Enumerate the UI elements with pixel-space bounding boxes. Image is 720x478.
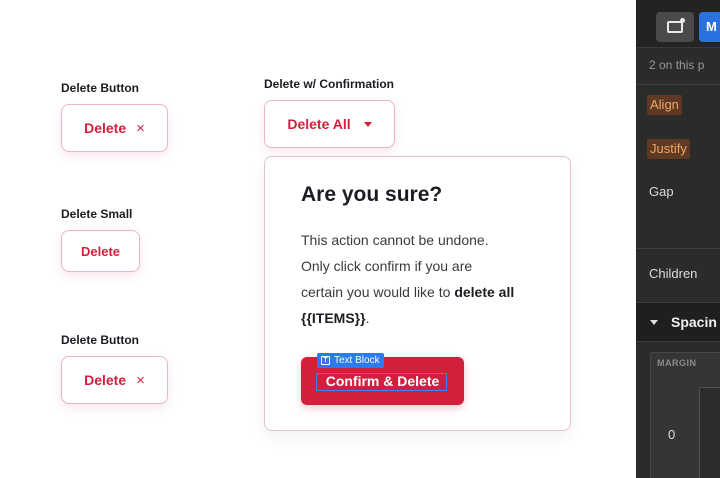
popover-title: Are you sure?: [301, 183, 443, 206]
margin-left-value[interactable]: 0: [668, 427, 675, 442]
delete-all-button[interactable]: Delete All: [264, 100, 395, 148]
close-icon: ×: [136, 371, 145, 389]
delete-all-text: Delete All: [287, 116, 351, 132]
popover-body-line: Only click confirm if you are: [301, 258, 473, 274]
selection-outline: [316, 373, 447, 391]
text-block-badge[interactable]: T Text Block: [317, 353, 384, 368]
padding-box[interactable]: [699, 387, 720, 478]
gap-label: Gap: [649, 184, 674, 199]
mode-button[interactable]: M: [699, 12, 720, 42]
divider: [636, 248, 720, 249]
popover-body-line: This action cannot be undone.: [301, 232, 489, 248]
justify-label[interactable]: Justify: [647, 139, 690, 159]
spacing-section-title: Spacin: [671, 314, 717, 330]
delete-button-label: Delete Button: [61, 81, 139, 95]
text-block-badge-label: Text Block: [334, 355, 380, 366]
margin-box[interactable]: MARGIN: [650, 352, 720, 478]
delete-button-text-2: Delete: [84, 372, 127, 388]
caret-down-icon: [363, 121, 372, 127]
delete-small-button[interactable]: Delete: [61, 230, 140, 272]
preview-button[interactable]: [656, 12, 694, 42]
popover-body-line: certain you would like to: [301, 284, 451, 300]
delete-small-label: Delete Small: [61, 207, 133, 221]
delete-button-label-2: Delete Button: [61, 333, 139, 347]
delete-confirmation-label: Delete w/ Confirmation: [264, 77, 395, 91]
margin-label: MARGIN: [657, 358, 697, 368]
selection-count: 2 on this p: [649, 58, 705, 72]
close-icon: ×: [136, 119, 145, 137]
style-panel: M 2 on this p Align Justify Gap Children…: [636, 0, 720, 478]
delete-button-2[interactable]: Delete ×: [61, 356, 168, 404]
panel-toolbar: M: [636, 0, 720, 48]
confirmation-popover: Are you sure? This action cannot be undo…: [264, 156, 571, 431]
divider: [636, 84, 720, 85]
delete-button[interactable]: Delete ×: [61, 104, 168, 152]
children-label: Children: [649, 266, 698, 281]
popover-body-end: .: [365, 310, 370, 326]
design-canvas[interactable]: Delete Button Delete × Delete Small Dele…: [0, 0, 636, 478]
text-block-icon: T: [321, 356, 330, 365]
delete-small-text: Delete: [80, 243, 121, 259]
align-label[interactable]: Align: [647, 95, 682, 115]
monitor-icon: [667, 18, 685, 33]
collapse-triangle-icon: [650, 320, 658, 325]
spacing-section-header[interactable]: Spacin: [636, 302, 720, 342]
popover-body: This action cannot be undone. Only click…: [301, 227, 551, 331]
delete-button-text: Delete: [84, 120, 127, 136]
